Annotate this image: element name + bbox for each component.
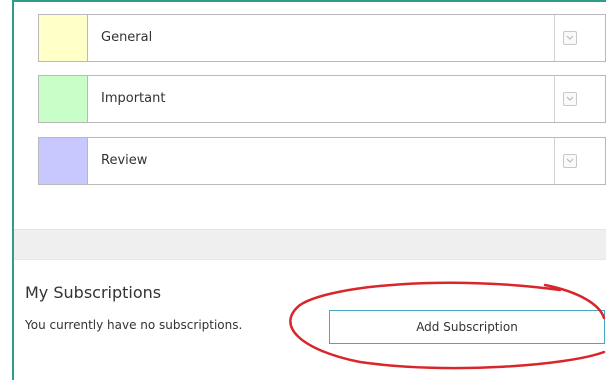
section-separator xyxy=(14,229,606,260)
category-color-swatch xyxy=(39,76,88,122)
chevron-down-icon[interactable] xyxy=(563,92,577,106)
category-label: Review xyxy=(101,153,148,168)
category-label: General xyxy=(101,30,153,45)
category-row-review[interactable]: Review xyxy=(38,137,606,185)
chevron-down-icon[interactable] xyxy=(563,154,577,168)
chevron-down-icon[interactable] xyxy=(563,31,577,45)
category-color-swatch xyxy=(39,15,88,61)
category-row-important[interactable]: Important xyxy=(38,75,606,123)
add-subscription-button[interactable]: Add Subscription xyxy=(329,310,605,344)
category-divider xyxy=(554,138,555,184)
category-divider xyxy=(554,76,555,122)
subscriptions-empty-message: You currently have no subscriptions. xyxy=(25,318,243,332)
subscriptions-title: My Subscriptions xyxy=(25,283,162,302)
category-divider xyxy=(554,15,555,61)
category-row-general[interactable]: General xyxy=(38,14,606,62)
category-label: Important xyxy=(101,91,166,106)
category-color-swatch xyxy=(39,138,88,184)
